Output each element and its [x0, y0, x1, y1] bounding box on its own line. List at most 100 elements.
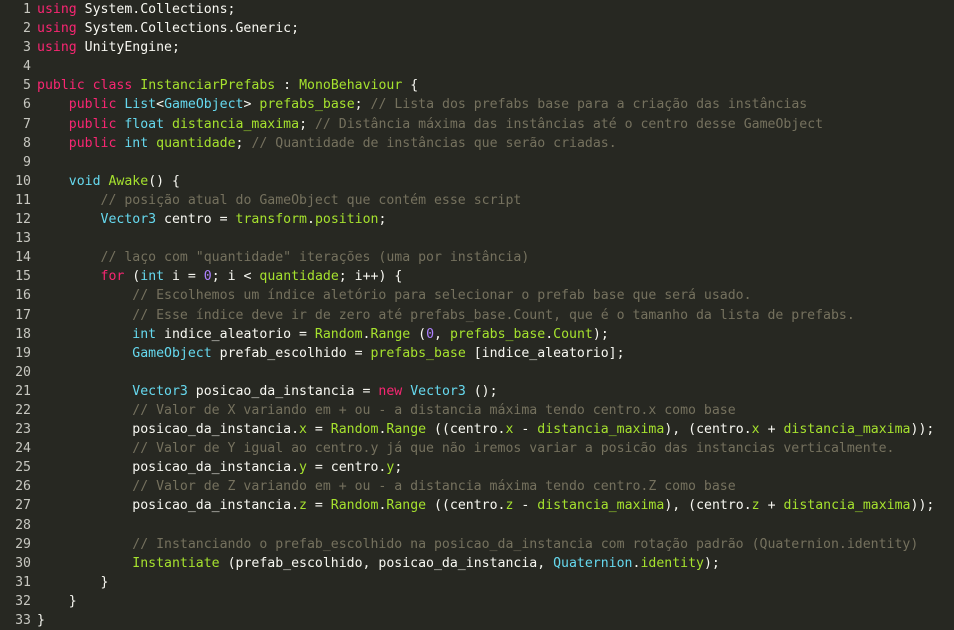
code-token: // laço com "quantidade" iterações (uma … [100, 250, 530, 266]
code-line[interactable]: 17 // Esse índice deve ir de zero até pr… [0, 306, 954, 325]
line-code[interactable] [37, 57, 954, 76]
code-editor[interactable]: 1 using System.Collections; 2 using System.… [0, 0, 954, 630]
code-line[interactable]: 18 int indice_aleatorio = Random.Range (… [0, 325, 954, 344]
code-line[interactable]: 9 [0, 153, 954, 172]
line-code[interactable]: public int quantidade; // Quantidade de … [37, 134, 954, 153]
code-line[interactable]: 33} [0, 611, 954, 630]
code-token: . [545, 326, 554, 342]
code-line[interactable]: 4 [0, 57, 954, 76]
code-token: ; [299, 116, 315, 132]
code-token: InstanciarPrefabs [140, 78, 276, 94]
code-line[interactable]: 16 // Escolhemos um índice aletório para… [0, 286, 954, 305]
line-code[interactable] [37, 363, 954, 382]
line-code[interactable]: void Awake() { [37, 172, 954, 191]
code-line[interactable]: 25 posicao_da_instancia.y = centro.y; [0, 458, 954, 477]
code-line[interactable]: 14 // laço com "quantidade" iterações (u… [0, 248, 954, 267]
line-number: 31 [15, 574, 31, 590]
line-code[interactable]: // Instanciando o prefab_escolhido na po… [37, 535, 954, 554]
line-number: 5 [23, 78, 31, 94]
code-line[interactable]: 5 public class InstanciarPrefabs : MonoBe… [0, 76, 954, 95]
code-line[interactable]: 19 GameObject prefab_escolhido = prefabs… [0, 344, 954, 363]
line-number: 19 [15, 345, 31, 361]
code-token: void [68, 173, 101, 189]
code-line[interactable]: 15 for (int i = 0; i < quantidade; i++) … [0, 267, 954, 286]
line-code[interactable]: posicao_da_instancia.y = centro.y; [37, 458, 954, 477]
line-code[interactable]: Vector3 centro = transform.position; [37, 210, 954, 229]
line-code[interactable] [37, 516, 954, 535]
code-token: < [156, 97, 165, 113]
line-code[interactable]: } [37, 592, 954, 611]
line-code[interactable]: Instantiate (prefab_escolhido, posicao_d… [37, 554, 954, 573]
code-line[interactable]: 23 posicao_da_instancia.x = Random.Range… [0, 420, 954, 439]
code-line[interactable]: 1 using System.Collections; [0, 0, 954, 19]
code-token: ; i < [211, 269, 260, 285]
code-line[interactable]: 10 void Awake() { [0, 172, 954, 191]
code-lines[interactable]: 1 using System.Collections; 2 using System.… [0, 0, 954, 630]
code-token: z [299, 498, 307, 514]
line-number: 22 [15, 402, 31, 418]
code-line[interactable]: 6 public List<GameObject> prefabs_base; … [0, 95, 954, 114]
line-code[interactable]: } [37, 611, 954, 630]
line-code[interactable]: using System.Collections; [37, 0, 954, 19]
line-code[interactable]: } [37, 573, 954, 592]
line-number: 9 [23, 154, 31, 170]
line-code[interactable]: // laço com "quantidade" iterações (uma … [37, 248, 954, 267]
line-number: 2 [23, 21, 31, 37]
line-number: 1 [23, 2, 31, 17]
code-token: // Valor de X variando em + ou - a dista… [132, 402, 736, 418]
line-code[interactable] [37, 229, 954, 248]
line-code[interactable]: public List<GameObject> prefabs_base; //… [37, 95, 954, 114]
code-line[interactable]: 11 // posição atual do GameObject que co… [0, 191, 954, 210]
code-line[interactable]: 21 Vector3 posicao_da_instancia = new Ve… [0, 382, 954, 401]
line-code[interactable]: // Valor de Y igual ao centro.y já que n… [37, 439, 954, 458]
line-code[interactable]: for (int i = 0; i < quantidade; i++) { [37, 267, 954, 286]
line-code[interactable] [37, 153, 954, 172]
code-token: x [751, 422, 760, 438]
line-code[interactable]: using UnityEngine; [37, 38, 954, 57]
code-line[interactable]: 3 using UnityEngine; [0, 38, 954, 57]
line-code[interactable]: Vector3 posicao_da_instancia = new Vecto… [37, 382, 954, 401]
line-number: 25 [15, 460, 31, 476]
code-line[interactable]: 12 Vector3 centro = transform.position; [0, 210, 954, 229]
line-code[interactable]: GameObject prefab_escolhido = prefabs_ba… [37, 344, 954, 363]
code-line[interactable]: 22 // Valor de X variando em + ou - a di… [0, 401, 954, 420]
code-line[interactable]: 2 using System.Collections.Generic; [0, 19, 954, 38]
code-line[interactable]: 20 [0, 363, 954, 382]
line-code[interactable]: posicao_da_instancia.x = Random.Range ((… [37, 420, 954, 439]
line-code[interactable]: // Valor de X variando em + ou - a dista… [37, 401, 954, 420]
code-token: // posição atual do GameObject que conté… [100, 192, 522, 208]
code-token: } [37, 593, 77, 609]
line-code[interactable]: public class InstanciarPrefabs : MonoBeh… [37, 76, 954, 95]
code-line[interactable]: 32 } [0, 592, 954, 611]
line-code[interactable]: int indice_aleatorio = Random.Range (0, … [37, 325, 954, 344]
code-line[interactable]: 8 public int quantidade; // Quantidade d… [0, 134, 954, 153]
code-line[interactable]: 7 public float distancia_maxima; // Dist… [0, 115, 954, 134]
code-token: float [124, 116, 165, 132]
code-token: prefabs_base [449, 326, 546, 342]
line-code[interactable]: // Escolhemos um índice aletório para se… [37, 286, 954, 305]
line-code[interactable]: // Valor de Z variando em + ou - a dista… [37, 477, 954, 496]
code-line[interactable]: 27 posicao_da_instancia.z = Random.Range… [0, 496, 954, 515]
line-code[interactable]: // posição atual do GameObject que conté… [37, 191, 954, 210]
code-token: distancia_maxima [537, 422, 665, 438]
line-number: 29 [15, 536, 31, 552]
line-number: 12 [15, 212, 31, 228]
code-line[interactable]: 24 // Valor de Y igual ao centro.y já qu… [0, 439, 954, 458]
code-line[interactable]: 30 Instantiate (prefab_escolhido, posica… [0, 554, 954, 573]
code-token: = [306, 422, 331, 438]
code-line[interactable]: 28 [0, 516, 954, 535]
code-line[interactable]: 26 // Valor de Z variando em + ou - a di… [0, 477, 954, 496]
line-code[interactable]: using System.Collections.Generic; [37, 19, 954, 38]
code-line[interactable]: 13 [0, 229, 954, 248]
line-code[interactable]: posicao_da_instancia.z = Random.Range ((… [37, 496, 954, 515]
line-code[interactable]: // Esse índice deve ir de zero até prefa… [37, 306, 954, 325]
code-token: prefabs_base [370, 345, 466, 361]
code-line[interactable]: 29 // Instanciando o prefab_escolhido na… [0, 535, 954, 554]
line-number: 8 [23, 135, 31, 151]
code-line[interactable]: 31 } [0, 573, 954, 592]
code-token: - [513, 422, 538, 438]
line-code[interactable]: public float distancia_maxima; // Distân… [37, 115, 954, 134]
